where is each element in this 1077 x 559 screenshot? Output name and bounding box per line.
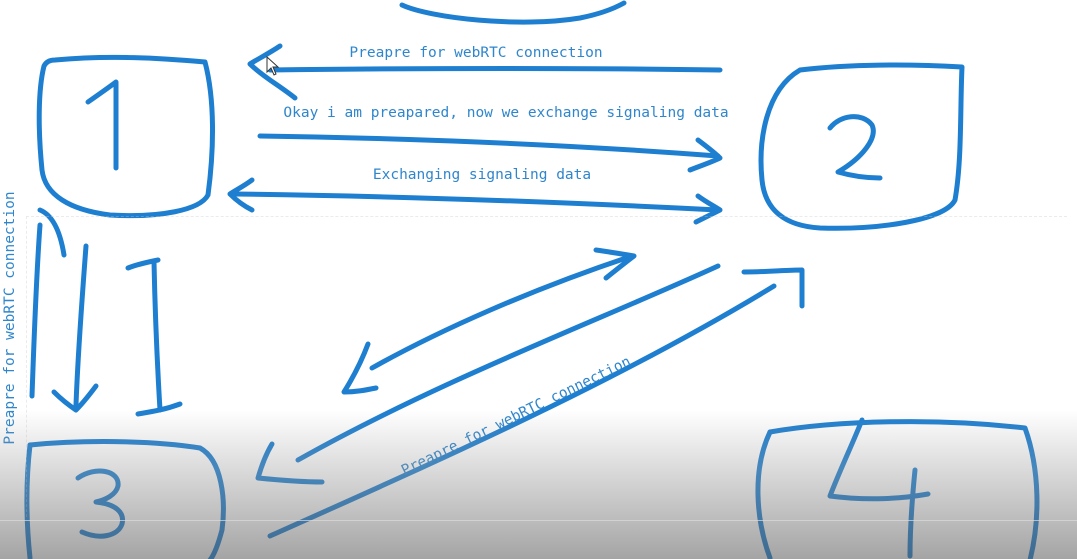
bottom-divider [0,520,1077,521]
node-1-label: 1 [126,209,127,211]
edge-label-1-2-bidir: Exchanging signaling data [373,167,591,183]
edge-2-1-line [267,66,723,73]
node-3-label: 3 [120,554,121,556]
edge-label-1-2: Okay i am preapared, now we exchange sig… [283,105,728,121]
partial-shape-top [399,0,627,25]
node-1-box [36,54,215,219]
node-1-digit [85,79,119,171]
node-2-box [758,62,965,231]
edge-1-2-bidir-line [232,191,721,213]
node-4-label: 4 [900,554,901,556]
edge-label-1-3: Preapre for webRTC connection [2,191,18,444]
selection-guide [26,216,1067,517]
edge-1-2-line [257,133,721,159]
node-2-digit [827,114,883,181]
edge-label-2-1: Preapre for webRTC connection [349,45,602,61]
